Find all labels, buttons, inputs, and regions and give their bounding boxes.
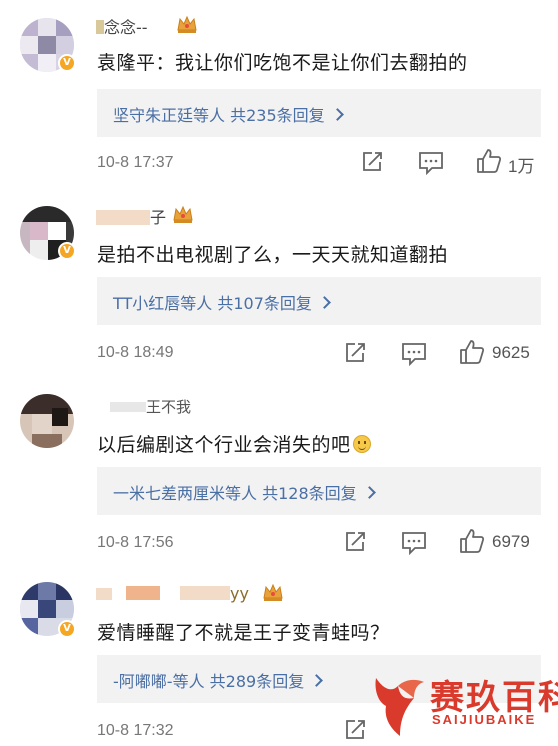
forward-icon[interactable] — [360, 150, 384, 174]
comment-icon[interactable] — [401, 342, 427, 366]
comment-text: 袁隆平：我让你们吃饱不是让你们去翻拍的 — [97, 52, 468, 74]
comment-icon[interactable] — [401, 531, 427, 555]
like-count: 1万 — [508, 157, 535, 176]
username[interactable]: yy — [96, 584, 249, 603]
like-icon[interactable] — [476, 148, 502, 174]
like-icon[interactable] — [459, 339, 485, 365]
forward-icon[interactable] — [343, 530, 367, 554]
forward-icon[interactable] — [343, 341, 367, 365]
chevron-right-icon — [318, 296, 331, 309]
reply-summary[interactable]: 等人 共235条回复 — [193, 106, 325, 125]
timestamp: 10-8 17:32 — [97, 722, 174, 739]
reply-names[interactable]: TT小红唇 — [113, 294, 180, 313]
chevron-right-icon — [310, 674, 324, 687]
reply-names[interactable]: -阿嘟嘟- — [113, 672, 173, 691]
username[interactable]: 王不我 — [110, 396, 191, 417]
reply-thread[interactable]: 坚守朱正廷等人 共235条回复 — [97, 89, 541, 137]
crown-badge-icon — [177, 15, 197, 33]
crown-badge-icon — [263, 583, 283, 601]
reply-thread[interactable]: TT小红唇等人 共107条回复 — [97, 277, 541, 325]
comment-text: 爱情睡醒了不就是王子变青蛙吗？ — [97, 622, 390, 644]
comment-1: V 念念-- 袁隆平：我让你们吃饱不是让你们去翻拍的 坚守朱正廷等人 共235条… — [0, 0, 558, 190]
comment-icon[interactable] — [418, 151, 444, 175]
verified-badge-icon: V — [58, 54, 76, 72]
reply-names[interactable]: 坚守朱正廷 — [113, 106, 193, 125]
username[interactable]: 念念-- — [96, 14, 148, 38]
reply-summary[interactable]: 等人 共289条回复 — [173, 672, 305, 691]
reply-summary[interactable]: 等人 共107条回复 — [180, 294, 312, 313]
comment-3: 王不我 以后编剧这个行业会消失的吧 一米七差两厘米等人 共128条回复 10-8… — [0, 380, 558, 570]
watermark-subtext: SAIJIUBAIKE — [432, 712, 537, 727]
comment-2: V 子 是拍不出电视剧了么，一天天就知道翻拍 TT小红唇等人 共107条回复 1… — [0, 190, 558, 380]
username[interactable]: 子 — [96, 204, 166, 228]
chevron-right-icon — [362, 486, 376, 499]
avatar[interactable] — [20, 394, 74, 448]
forward-icon[interactable] — [343, 718, 367, 742]
watermark-logo: 赛玖百科 SAIJIUBAIKE — [366, 668, 558, 746]
timestamp: 10-8 18:49 — [97, 344, 174, 361]
verified-badge-icon: V — [58, 242, 76, 260]
comment-text: 以后编剧这个行业会消失的吧 — [97, 430, 371, 457]
reply-summary[interactable]: 等人 共128条回复 — [225, 484, 357, 503]
like-count: 9625 — [492, 343, 530, 362]
like-count: 6979 — [492, 532, 530, 551]
reply-thread[interactable]: 一米七差两厘米等人 共128条回复 — [97, 467, 541, 515]
timestamp: 10-8 17:37 — [97, 154, 174, 171]
reply-names[interactable]: 一米七差两厘米 — [113, 484, 225, 503]
timestamp: 10-8 17:56 — [97, 534, 174, 551]
like-icon[interactable] — [459, 528, 485, 554]
comment-text: 是拍不出电视剧了么，一天天就知道翻拍 — [97, 244, 449, 266]
verified-badge-icon: V — [58, 620, 76, 638]
crown-badge-icon — [173, 205, 193, 223]
whale-tail-icon — [375, 678, 424, 736]
chevron-right-icon — [330, 108, 344, 121]
smile-emoji-icon — [352, 435, 371, 453]
